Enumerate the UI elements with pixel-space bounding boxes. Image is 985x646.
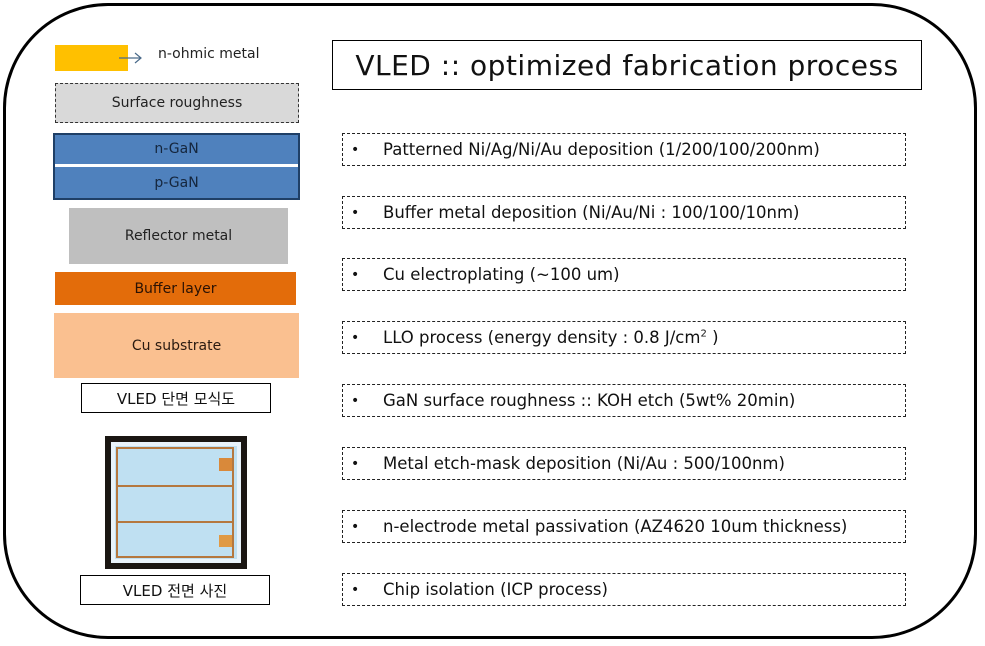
process-step: • Chip isolation (ICP process) — [342, 573, 906, 606]
page-title: VLED :: optimized fabrication process — [332, 40, 922, 90]
bullet-icon: • — [351, 204, 360, 221]
bullet-icon: • — [351, 455, 360, 472]
arrow-right-icon — [119, 52, 142, 64]
layer-p-gan: p-GaN — [55, 168, 298, 197]
step-text: Cu electroplating (~100 um) — [383, 265, 620, 284]
step-text-after: ) — [706, 328, 719, 347]
process-step: • n-electrode metal passivation (AZ4620 … — [342, 510, 906, 543]
cross-section-caption: VLED 단면 모식도 — [81, 383, 271, 413]
bullet-icon: • — [351, 141, 360, 158]
process-step: • Patterned Ni/Ag/Ni/Au deposition (1/20… — [342, 133, 906, 166]
bullet-icon: • — [351, 266, 360, 283]
step-text-main: LLO process (energy density : 0.8 J/cm — [383, 328, 701, 347]
layer-label: Cu substrate — [131, 337, 222, 354]
layer-label: Reflector metal — [124, 228, 233, 244]
title-text: VLED :: optimized fabrication process — [355, 48, 899, 82]
bullet-icon: • — [351, 329, 360, 346]
bullet-icon: • — [351, 392, 360, 409]
front-photo-caption: VLED 전면 사진 — [80, 575, 270, 605]
process-step: • Cu electroplating (~100 um) — [342, 258, 906, 291]
layer-reflector-metal: Reflector metal — [69, 208, 288, 264]
bullet-icon: • — [351, 581, 360, 598]
layer-n-gan: n-GaN — [55, 135, 298, 163]
step-text: LLO process (energy density : 0.8 J/cm2 … — [383, 328, 719, 347]
vled-chip-photo — [105, 436, 247, 569]
bullet-icon: • — [351, 518, 360, 535]
layer-label: Surface roughness — [111, 95, 243, 111]
caption-text: VLED 전면 사진 — [122, 581, 228, 600]
gan-separator — [55, 164, 298, 167]
layer-label: p-GaN — [154, 174, 199, 191]
step-text: Chip isolation (ICP process) — [383, 580, 608, 599]
caption-text: VLED 단면 모식도 — [116, 389, 236, 408]
step-text: Buffer metal deposition (Ni/Au/Ni : 100/… — [383, 203, 800, 222]
step-text: Metal etch-mask deposition (Ni/Au : 500/… — [383, 454, 785, 473]
step-text: n-electrode metal passivation (AZ4620 10… — [383, 517, 848, 536]
process-step: • GaN surface roughness :: KOH etch (5wt… — [342, 384, 906, 417]
process-step: • LLO process (energy density : 0.8 J/cm… — [342, 321, 906, 354]
process-step: • Buffer metal deposition (Ni/Au/Ni : 10… — [342, 196, 906, 229]
layer-cu-substrate: Cu substrate — [54, 313, 299, 378]
layer-label: n-GaN — [154, 141, 199, 157]
step-text: Patterned Ni/Ag/Ni/Au deposition (1/200/… — [383, 140, 820, 159]
step-text: GaN surface roughness :: KOH etch (5wt% … — [383, 391, 796, 410]
layer-surface-roughness: Surface roughness — [55, 83, 299, 123]
layer-label: Buffer layer — [134, 280, 217, 297]
layer-gan-stack: n-GaN p-GaN — [53, 133, 300, 200]
layer-buffer: Buffer layer — [55, 272, 296, 305]
ohmic-metal-label: n-ohmic metal — [158, 46, 260, 62]
process-step: • Metal etch-mask deposition (Ni/Au : 50… — [342, 447, 906, 480]
